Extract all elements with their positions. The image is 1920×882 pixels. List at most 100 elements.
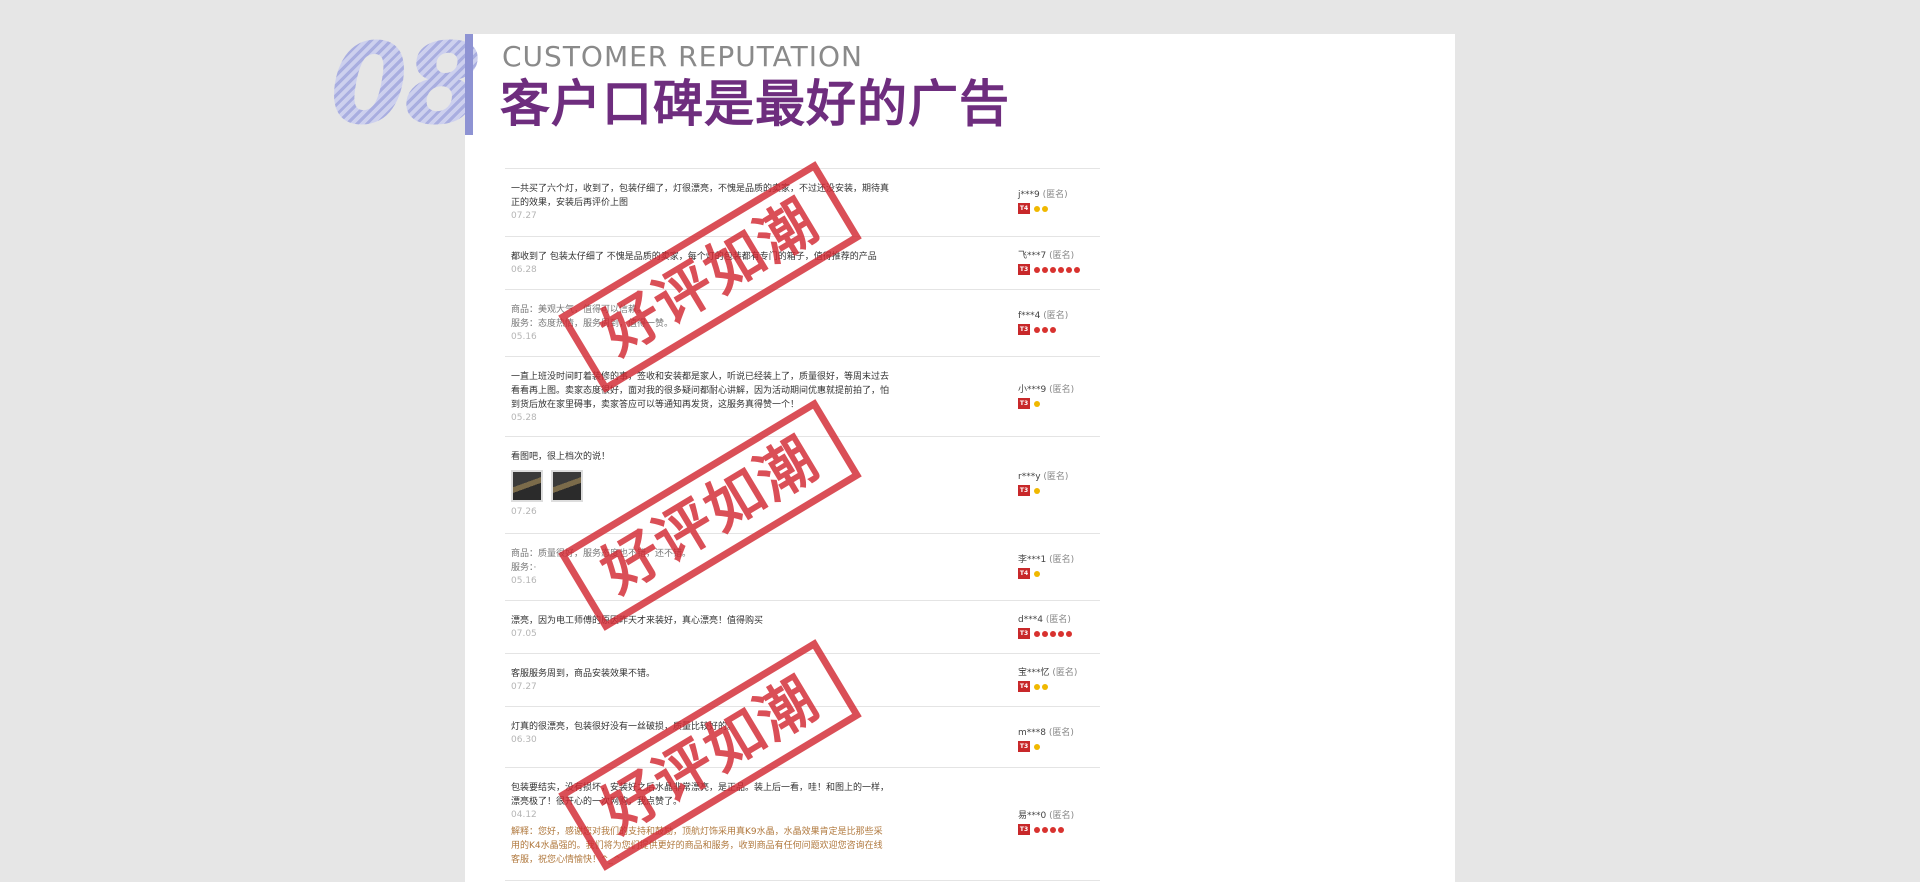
- review-text: 包装要结实，没有损坏，安装好之后水晶非常漂亮，是正品。装上后一看，哇！和图上的一…: [511, 783, 890, 807]
- yellow-diamond-icon: [1042, 205, 1048, 212]
- review-text-service: 服务：态度热情，服务周到，值得一赞。: [511, 319, 674, 329]
- yellow-diamond-icon: [1034, 570, 1040, 577]
- reviewer: m***8 (匿名) T3: [1018, 727, 1074, 752]
- section-title: 客户口碑是最好的广告: [500, 75, 1010, 133]
- anonymous-label: (匿名): [1043, 311, 1069, 321]
- red-diamond-icon: [1066, 266, 1072, 273]
- reviewer-name: f***4: [1018, 311, 1041, 321]
- red-diamond-icon: [1042, 826, 1048, 833]
- red-diamond-icon: [1034, 326, 1040, 333]
- yellow-diamond-icon: [1034, 683, 1040, 690]
- review-item: 一直上班没时间盯着装修的事，签收和安装都是家人，听说已经装上了，质量很好，等周末…: [505, 356, 1100, 436]
- reviewer: 李***1 (匿名) T4: [1018, 554, 1074, 579]
- level-badge: T4: [1018, 681, 1030, 692]
- seller-reply: 解释：您好，感谢您对我们的支持和鼓励，顶航灯饰采用真K9水晶，水晶效果肯定是比那…: [511, 827, 883, 865]
- reviewer-meta: T4: [1018, 681, 1077, 692]
- review-date: 07.27: [511, 682, 537, 692]
- review-text: 客服服务周到，商品安装效果不错。: [511, 669, 656, 679]
- reviewer-name: 小***9: [1018, 385, 1047, 395]
- reviewer-meta: T3: [1018, 324, 1068, 335]
- reviewer-name: r***y: [1018, 472, 1041, 482]
- yellow-diamond-icon: [1034, 205, 1040, 212]
- review-item: 商品：质量很好，服务态度也不错，还不错。 服务：· 05.16 李***1 (匿…: [505, 533, 1100, 600]
- red-diamond-icon: [1042, 326, 1048, 333]
- reviewer-meta: T3: [1018, 824, 1074, 835]
- anonymous-label: (匿名): [1043, 472, 1069, 482]
- level-badge: T3: [1018, 485, 1030, 496]
- yellow-diamond-icon: [1042, 683, 1048, 690]
- anonymous-label: (匿名): [1049, 811, 1075, 821]
- review-date: 05.28: [511, 413, 537, 423]
- red-diamond-icon: [1050, 630, 1056, 637]
- review-item: 包装要结实，没有损坏，安装好之后水晶非常漂亮，是正品。装上后一看，哇！和图上的一…: [505, 767, 1100, 881]
- accent-bar: [465, 34, 473, 135]
- review-text-service: 服务：·: [511, 563, 537, 573]
- anonymous-label: (匿名): [1049, 251, 1075, 261]
- anonymous-label: (匿名): [1052, 668, 1078, 678]
- level-badge: T3: [1018, 741, 1030, 752]
- reviewer: r***y (匿名) T3: [1018, 471, 1068, 496]
- red-diamond-icon: [1050, 266, 1056, 273]
- level-badge: T3: [1018, 264, 1030, 275]
- reviewer: f***4 (匿名) T3: [1018, 310, 1068, 335]
- review-item: 一共买了六个灯，收到了，包装仔细了，灯很漂亮，不愧是品质的卖家，不过还没安装，期…: [505, 168, 1100, 236]
- reviewer-name: 飞***7: [1018, 251, 1047, 261]
- review-date: 04.12: [511, 810, 537, 820]
- anonymous-label: (匿名): [1042, 190, 1068, 200]
- review-item: 客服服务周到，商品安装效果不错。 07.27 宝***忆 (匿名) T4: [505, 653, 1100, 706]
- review-date: 07.27: [511, 211, 537, 221]
- red-diamond-icon: [1074, 266, 1080, 273]
- reviewer-meta: T4: [1018, 568, 1074, 579]
- reviewer-meta: T3: [1018, 485, 1068, 496]
- reviewer-name: 李***1: [1018, 555, 1047, 565]
- reviewer: 宝***忆 (匿名) T4: [1018, 667, 1077, 692]
- red-diamond-icon: [1034, 266, 1040, 273]
- red-diamond-icon: [1034, 826, 1040, 833]
- review-text: 商品：美观大气，值得可以信赖。 服务：态度热情，服务周到，值得一赞。: [511, 303, 891, 331]
- level-badge: T3: [1018, 628, 1030, 639]
- reviewer: 易***0 (匿名) T3: [1018, 810, 1074, 835]
- review-text-product: 商品：美观大气，值得可以信赖。: [511, 305, 647, 315]
- level-badge: T3: [1018, 398, 1030, 409]
- reviewer: d***4 (匿名) T3: [1018, 614, 1072, 639]
- review-text: 漂亮，因为电工师傅的原因昨天才来装好，真心漂亮！值得购买: [511, 616, 764, 626]
- red-diamond-icon: [1050, 826, 1056, 833]
- review-text-product: 商品：质量很好，服务态度也不错，还不错。: [511, 549, 692, 559]
- reviewer: 飞***7 (匿名) T3: [1018, 250, 1080, 275]
- review-item: 都收到了 包装太仔细了 不愧是品质的卖家，每个灯的包装都有专门的箱子，值得推荐的…: [505, 236, 1100, 289]
- review-photos: [511, 470, 1094, 502]
- yellow-diamond-icon: [1034, 487, 1040, 494]
- level-badge: T4: [1018, 568, 1030, 579]
- section-subtitle: CUSTOMER REPUTATION: [502, 40, 863, 73]
- review-photo-thumbnail[interactable]: [551, 470, 583, 502]
- reviewer-name: 宝***忆: [1018, 668, 1050, 678]
- review-text: 灯真的很漂亮，包装很好没有一丝破损，质量比较好的。: [511, 722, 737, 732]
- review-text: 一共买了六个灯，收到了，包装仔细了，灯很漂亮，不愧是品质的卖家，不过还没安装，期…: [511, 184, 890, 208]
- review-date: 06.30: [511, 735, 537, 745]
- review-text: 商品：质量很好，服务态度也不错，还不错。 服务：·: [511, 547, 891, 575]
- reviewer: 小***9 (匿名) T3: [1018, 384, 1074, 409]
- reviewer-name: d***4: [1018, 615, 1043, 625]
- red-diamond-icon: [1042, 630, 1048, 637]
- reviewer-meta: T3: [1018, 264, 1080, 275]
- reviewer-meta: T3: [1018, 741, 1074, 752]
- review-date: 05.16: [511, 332, 537, 342]
- review-date: 07.05: [511, 629, 537, 639]
- reviewer-meta: T4: [1018, 203, 1068, 214]
- review-list: 一共买了六个灯，收到了，包装仔细了，灯很漂亮，不愧是品质的卖家，不过还没安装，期…: [505, 168, 1100, 881]
- reviewer-name: j***9: [1018, 190, 1040, 200]
- review-photo-thumbnail[interactable]: [511, 470, 543, 502]
- reviewer: j***9 (匿名) T4: [1018, 189, 1068, 214]
- review-date: 05.16: [511, 576, 537, 586]
- review-item: 看图吧，很上档次的说！ 07.26 r***y (匿名) T3: [505, 436, 1100, 533]
- anonymous-label: (匿名): [1045, 615, 1071, 625]
- anonymous-label: (匿名): [1049, 385, 1075, 395]
- red-diamond-icon: [1058, 826, 1064, 833]
- review-text: 都收到了 包装太仔细了 不愧是品质的卖家，每个灯的包装都有专门的箱子，值得推荐的…: [511, 252, 877, 262]
- reviewer-meta: T3: [1018, 628, 1072, 639]
- red-diamond-icon: [1034, 630, 1040, 637]
- yellow-diamond-icon: [1034, 400, 1040, 407]
- reviewer-name: m***8: [1018, 728, 1046, 738]
- reviewer-meta: T3: [1018, 398, 1074, 409]
- review-date: 06.28: [511, 265, 537, 275]
